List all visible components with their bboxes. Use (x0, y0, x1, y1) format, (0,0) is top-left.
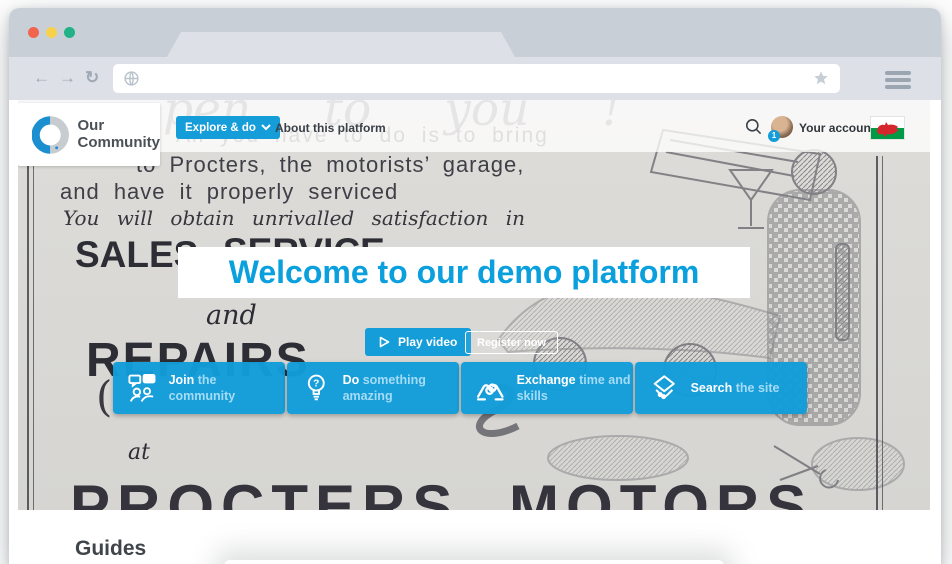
avatar[interactable]: 1 (771, 116, 793, 138)
ad-word-and: and (206, 300, 257, 331)
handshake-icon (648, 372, 681, 405)
browser-toolbar: ← → ↻ (9, 57, 941, 100)
card-label: Search the site (691, 380, 807, 396)
welsh-flag-icon[interactable] (871, 117, 904, 139)
window-controls (28, 27, 75, 38)
zoom-window-button[interactable] (64, 27, 75, 38)
do-something-card[interactable]: ? Do something amazing (287, 362, 459, 414)
globe-icon (123, 70, 140, 92)
community-ring-icon (32, 115, 69, 155)
ad-parenthesis: ( (96, 372, 112, 421)
ad-line: and have it properly serviced (60, 179, 398, 205)
join-community-card[interactable]: Join the community (113, 362, 285, 414)
ad-word-at: at (128, 440, 150, 465)
play-video-label: Play video (398, 335, 457, 349)
explore-and-do-button[interactable]: Explore & do (176, 116, 280, 139)
your-account-label: Your account (799, 121, 875, 135)
search-site-card[interactable]: Search the site (635, 362, 807, 414)
card-label: Exchange time and skills (517, 372, 633, 405)
page-title: Welcome to our demo platform (229, 254, 700, 291)
browser-titlebar (9, 8, 941, 57)
back-arrow-icon[interactable]: ← (33, 66, 50, 90)
forward-arrow-icon[interactable]: → (59, 66, 76, 90)
notification-badge: 1 (768, 130, 780, 142)
svg-text:?: ? (313, 378, 319, 389)
hero-banner: pen to you ! All you have to do is to br… (18, 100, 930, 510)
browser-window: ← → ↻ (9, 8, 941, 564)
page-viewport: pen to you ! All you have to do is to br… (9, 100, 941, 564)
bookmark-star-icon[interactable] (813, 70, 829, 91)
url-input[interactable] (147, 64, 797, 93)
hero-card-row: Join the community ? Do something amazin… (113, 362, 807, 414)
minimize-window-button[interactable] (46, 27, 57, 38)
close-window-button[interactable] (28, 27, 39, 38)
refresh-icon[interactable]: ↻ (85, 66, 99, 90)
play-video-button[interactable]: Play video (365, 328, 471, 356)
ad-frame-left (27, 156, 34, 510)
about-this-platform-link[interactable]: About this platform (275, 121, 386, 135)
menu-hamburger-icon[interactable] (885, 71, 911, 89)
address-bar[interactable] (113, 64, 840, 93)
explore-and-do-label: Explore & do (185, 122, 256, 134)
search-icon[interactable] (744, 117, 763, 139)
logo-text: Our Community (78, 118, 161, 150)
hero-illustration (438, 128, 918, 510)
lightbulb-icon: ? (300, 372, 333, 405)
site-logo[interactable]: Our Community (18, 103, 160, 166)
community-chat-icon (126, 372, 159, 405)
guides-heading: Guides (75, 537, 146, 561)
chevron-down-icon (261, 124, 271, 131)
browser-tab[interactable] (167, 32, 515, 57)
play-icon (379, 336, 390, 348)
register-now-button[interactable]: Register now (465, 331, 558, 354)
card-label: Join the community (169, 372, 285, 405)
card-label: Do something amazing (343, 372, 459, 405)
guides-card-shadow (224, 560, 724, 564)
exchange-skills-card[interactable]: Exchange time and skills (461, 362, 633, 414)
hero-title-box: Welcome to our demo platform (178, 247, 750, 298)
arm-clasp-icon (474, 372, 507, 405)
